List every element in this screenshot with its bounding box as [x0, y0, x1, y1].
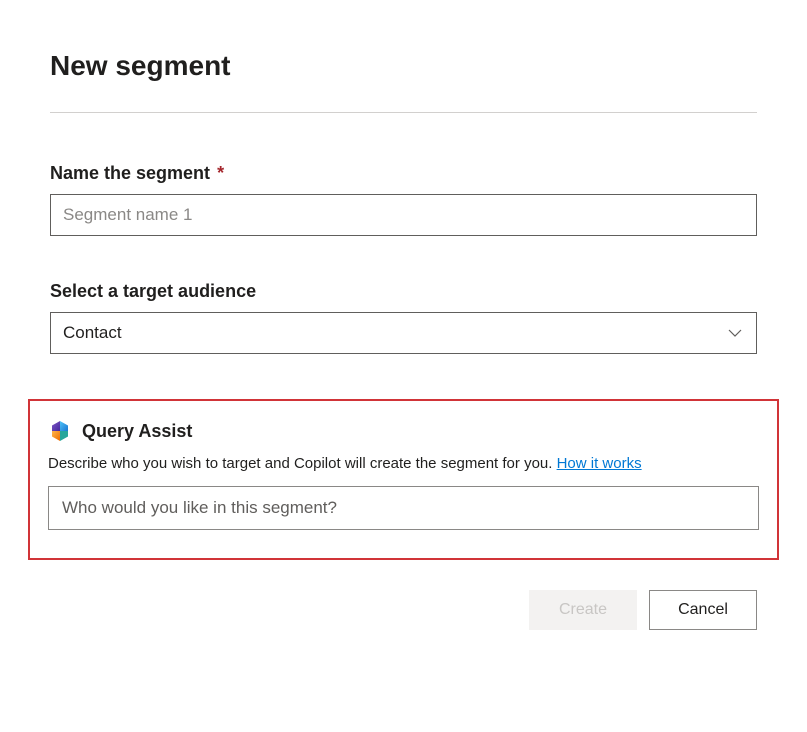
- audience-select[interactable]: Contact: [50, 312, 757, 354]
- audience-field-label: Select a target audience: [50, 281, 757, 302]
- name-field-group: Name the segment *: [50, 163, 757, 236]
- required-asterisk: *: [217, 163, 224, 183]
- section-divider: [50, 112, 757, 113]
- copilot-icon: [48, 419, 72, 443]
- query-assist-title: Query Assist: [82, 421, 192, 442]
- query-assist-description: Describe who you wish to target and Copi…: [48, 455, 552, 472]
- audience-select-wrapper: Contact: [50, 312, 757, 354]
- audience-field-group: Select a target audience Contact: [50, 281, 757, 354]
- query-assist-panel: Query Assist Describe who you wish to ta…: [28, 399, 779, 560]
- page-title: New segment: [50, 50, 757, 82]
- action-button-row: Create Cancel: [50, 590, 757, 630]
- query-assist-input[interactable]: [48, 486, 759, 530]
- segment-name-input[interactable]: [50, 194, 757, 236]
- create-button[interactable]: Create: [529, 590, 637, 630]
- query-assist-description-row: Describe who you wish to target and Copi…: [48, 455, 759, 472]
- query-assist-header: Query Assist: [48, 419, 759, 443]
- name-label-text: Name the segment: [50, 163, 210, 183]
- name-field-label: Name the segment *: [50, 163, 757, 184]
- cancel-button[interactable]: Cancel: [649, 590, 757, 630]
- how-it-works-link[interactable]: How it works: [557, 455, 642, 472]
